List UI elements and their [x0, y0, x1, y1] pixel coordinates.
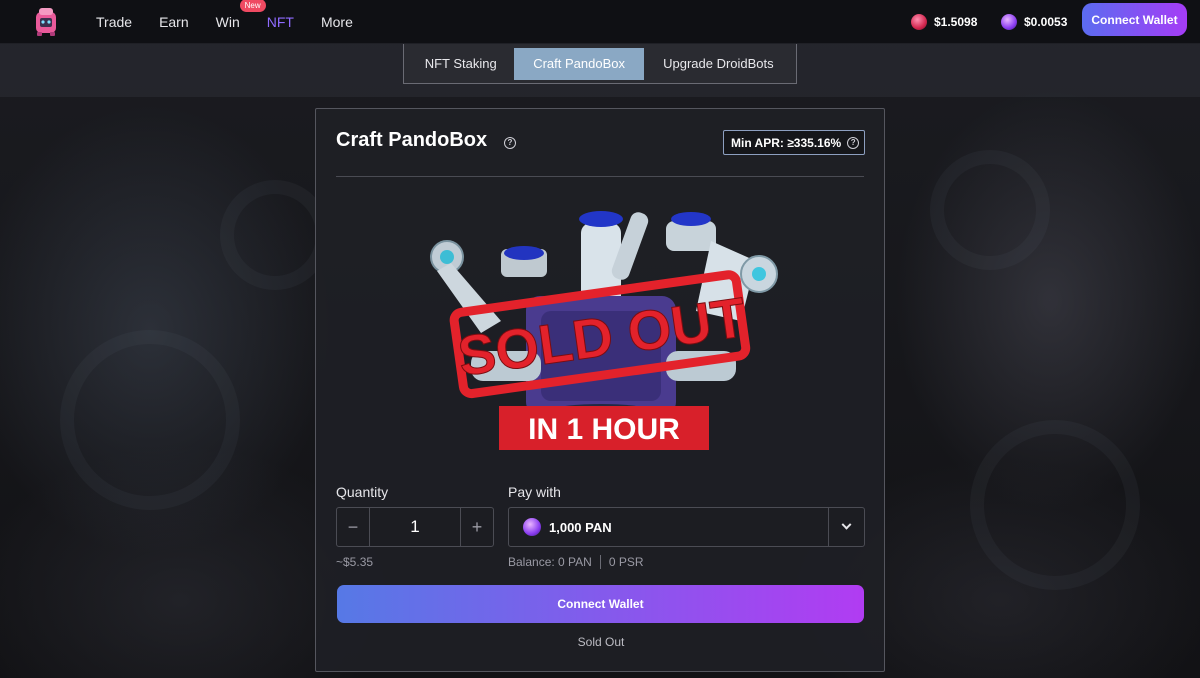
balance-pan: Balance: 0 PAN — [508, 555, 592, 569]
apr-help-icon[interactable]: ? — [847, 136, 860, 149]
nft-tabs: NFT Staking Craft PandoBox Upgrade Droid… — [403, 44, 797, 84]
balance-separator — [599, 555, 601, 569]
psr-price-value: $1.5098 — [934, 15, 978, 29]
decrement-button[interactable]: − — [337, 508, 369, 546]
psr-price[interactable]: $1.5098 — [911, 0, 977, 44]
new-badge: New — [239, 0, 266, 12]
banner-text: IN 1 HOUR — [528, 413, 680, 446]
pan-price[interactable]: $0.0053 — [1001, 0, 1067, 44]
background-decoration — [970, 420, 1140, 590]
card-title: Craft PandoBox — [336, 129, 488, 151]
tab-upgrade-droidbots[interactable]: Upgrade DroidBots — [644, 48, 793, 80]
pandobox-sold-out-image: SOLD OUT IN 1 HOUR — [430, 211, 778, 450]
pay-with-select[interactable]: 1,000 PAN — [508, 507, 865, 547]
pay-with-label: Pay with — [508, 484, 561, 500]
min-apr-badge: Min APR: ≥335.16% ? — [723, 130, 865, 155]
psr-token-icon — [911, 14, 927, 30]
pay-dropdown-toggle[interactable] — [828, 508, 864, 546]
increment-button[interactable]: + — [461, 508, 493, 546]
chevron-down-icon — [841, 519, 852, 530]
divider — [336, 176, 864, 177]
quantity-label: Quantity — [336, 484, 389, 500]
in-1-hour-banner: IN 1 HOUR — [499, 406, 709, 450]
nav-nft[interactable]: NFT — [267, 14, 294, 30]
usd-estimate: ~$5.35 — [336, 555, 374, 569]
background-decoration — [930, 150, 1050, 270]
quantity-stepper: − + — [336, 507, 494, 547]
connect-wallet-button[interactable]: Connect Wallet — [337, 585, 864, 623]
balance-psr: 0 PSR — [608, 555, 644, 569]
help-icon[interactable]: ? — [504, 137, 516, 149]
pan-price-value: $0.0053 — [1024, 15, 1068, 29]
nav-more[interactable]: More — [321, 14, 353, 30]
nav-earn[interactable]: Earn — [159, 14, 189, 30]
header-connect-wallet-button[interactable]: Connect Wallet — [1082, 3, 1187, 36]
pan-token-icon — [523, 518, 541, 536]
tab-craft-pandobox[interactable]: Craft PandoBox — [514, 47, 644, 80]
top-nav-bar: Trade Earn Win New NFT More $1.5098 $0.0… — [0, 0, 1200, 44]
tab-nft-staking[interactable]: NFT Staking — [407, 48, 514, 80]
background-decoration — [60, 330, 240, 510]
main-nav: Trade Earn Win New NFT More — [96, 0, 380, 44]
nav-win[interactable]: Win New — [215, 0, 266, 30]
min-apr-value: Min APR: ≥335.16% — [731, 135, 842, 150]
background-decoration — [220, 180, 330, 290]
pan-token-icon — [1001, 14, 1017, 30]
quantity-input[interactable] — [369, 508, 461, 546]
craft-pandobox-card: Craft PandoBox ? Min APR: ≥335.16% ? SOL… — [315, 108, 885, 672]
nav-trade[interactable]: Trade — [96, 14, 132, 30]
sold-out-status: Sold Out — [577, 635, 625, 649]
pay-amount: 1,000 PAN — [549, 519, 612, 535]
logo-icon[interactable] — [28, 3, 64, 39]
balance-info: Balance: 0 PAN 0 PSR — [508, 555, 644, 569]
nav-win-label: Win — [215, 14, 240, 30]
